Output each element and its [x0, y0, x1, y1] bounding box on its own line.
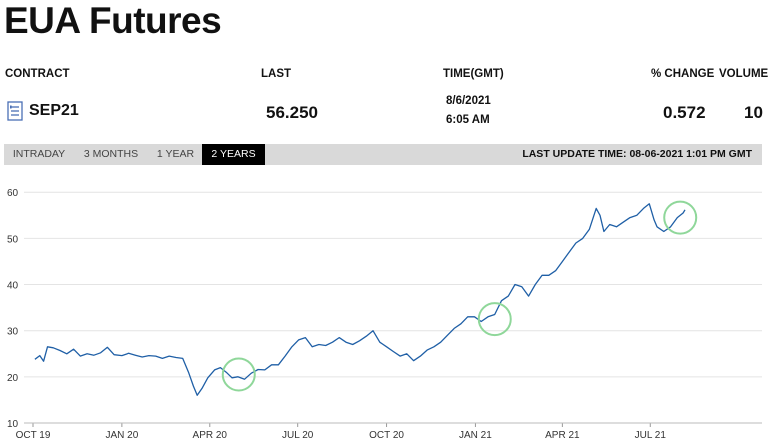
price-series-line	[34, 203, 686, 396]
x-tick-label: OCT 20	[369, 430, 404, 441]
y-tick-label: 60	[7, 188, 19, 199]
highlight-circle	[663, 200, 698, 235]
y-tick-label: 10	[7, 419, 19, 430]
y-tick-label: 30	[7, 327, 19, 338]
x-tick-label: JUL 21	[635, 430, 667, 441]
x-tick-label: JAN 21	[459, 430, 492, 441]
x-tick-label: OCT 19	[16, 430, 51, 441]
y-tick-label: 50	[7, 234, 19, 245]
y-tick-label: 20	[7, 373, 19, 384]
x-tick-label: APR 21	[545, 430, 580, 441]
x-tick-label: JUL 20	[282, 430, 314, 441]
price-chart: 10 20 30 40 50 60 OCT 19 JAN 20 APR 20 JUL 20 OCT …	[7, 188, 762, 441]
x-tick-label: JAN 20	[105, 430, 138, 441]
y-tick-label: 40	[7, 281, 19, 292]
x-tick-label: APR 20	[193, 430, 228, 441]
